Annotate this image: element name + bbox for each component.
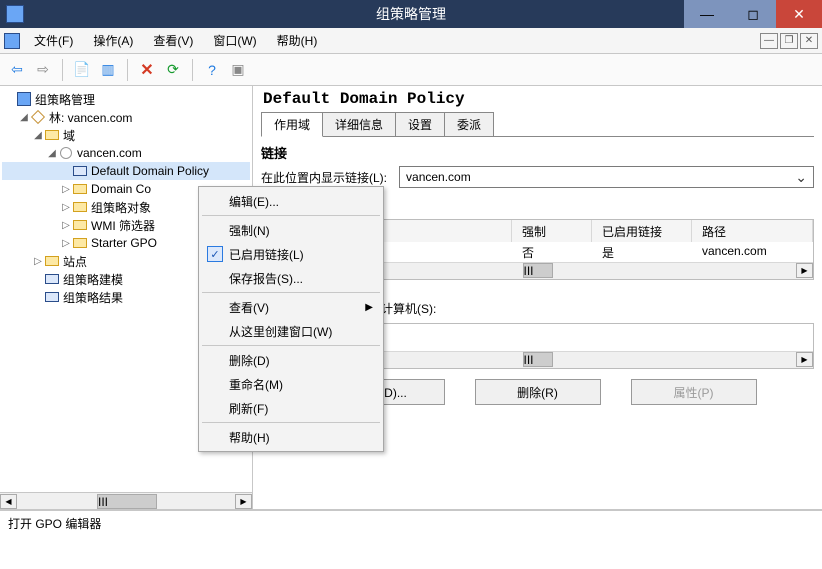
mdi-restore-button[interactable]: ❐ <box>780 33 798 49</box>
col-enforced[interactable]: 强制 <box>512 220 592 242</box>
scroll-thumb[interactable]: III <box>97 494 157 509</box>
cell-link-enabled: 是 <box>592 242 692 262</box>
back-button[interactable]: ⇦ <box>6 59 28 81</box>
tree-modeling-label: 组策略建模 <box>63 271 123 288</box>
scroll-thumb[interactable]: III <box>523 263 553 278</box>
ctx-new-window[interactable]: 从这里创建窗口(W) <box>201 319 381 343</box>
col-link-enabled[interactable]: 已启用链接 <box>592 220 692 242</box>
maximize-button[interactable]: ◻ <box>730 0 776 28</box>
ctx-delete[interactable]: 删除(D) <box>201 348 381 372</box>
tree-domain[interactable]: ◢vancen.com <box>2 144 250 162</box>
cell-path: vancen.com <box>692 242 813 262</box>
mmc-icon <box>4 33 20 49</box>
tree-starter-label: Starter GPO <box>91 236 157 250</box>
page-title: Default Domain Policy <box>261 86 814 112</box>
minimize-button[interactable]: — <box>684 0 730 28</box>
tree-dc-label: Domain Co <box>91 182 151 196</box>
help-button[interactable]: ? <box>201 59 223 81</box>
ctx-edit[interactable]: 编辑(E)... <box>201 189 381 213</box>
properties-button[interactable]: ▣ <box>227 59 249 81</box>
ctx-link-enabled[interactable]: ✓已启用链接(L) <box>201 242 381 266</box>
menu-action[interactable]: 操作(A) <box>83 28 143 53</box>
tree-domain-label: vancen.com <box>77 146 142 160</box>
tree-sites-label: 站点 <box>63 253 87 270</box>
tabs: 作用域 详细信息 设置 委派 <box>261 112 814 137</box>
show-links-value: vancen.com <box>406 170 471 184</box>
link-heading: 链接 <box>261 143 814 162</box>
menu-view[interactable]: 查看(V) <box>143 28 203 53</box>
ctx-view[interactable]: 查看(V)▶ <box>201 295 381 319</box>
remove-button[interactable]: 删除(R) <box>475 379 601 405</box>
mdi-minimize-button[interactable]: — <box>760 33 778 49</box>
tab-settings[interactable]: 设置 <box>395 112 445 136</box>
show-links-label: 在此位置内显示链接(L): <box>261 169 387 186</box>
ctx-help[interactable]: 帮助(H) <box>201 425 381 449</box>
check-icon: ✓ <box>207 246 223 262</box>
menu-bar: 文件(F) 操作(A) 查看(V) 窗口(W) 帮助(H) — ❐ ✕ <box>0 28 822 54</box>
scroll-right-icon[interactable]: ▶ <box>796 352 813 367</box>
tab-details[interactable]: 详细信息 <box>322 112 396 136</box>
tree-hscrollbar[interactable]: ◀ III ▶ <box>0 492 252 509</box>
context-menu: 编辑(E)... 强制(N) ✓已启用链接(L) 保存报告(S)... 查看(V… <box>198 186 384 452</box>
mdi-close-button[interactable]: ✕ <box>800 33 818 49</box>
cell-enforced: 否 <box>512 242 592 262</box>
tree-wmi-label: WMI 筛选器 <box>91 217 155 234</box>
close-button[interactable]: ✕ <box>776 0 822 28</box>
col-path[interactable]: 路径 <box>692 220 813 242</box>
tree-domains[interactable]: ◢域 <box>2 126 250 144</box>
tree-default-domain-policy[interactable]: Default Domain Policy <box>2 162 250 180</box>
tree-gpo-label: 组策略对象 <box>91 199 151 216</box>
menu-file[interactable]: 文件(F) <box>24 28 83 53</box>
ctx-rename[interactable]: 重命名(M) <box>201 372 381 396</box>
toolbar: ⇦ ⇨ 📄 ▥ ✕ ⟳ ? ▣ <box>0 54 822 86</box>
forward-button[interactable]: ⇨ <box>32 59 54 81</box>
ctx-save-report[interactable]: 保存报告(S)... <box>201 266 381 290</box>
status-text: 打开 GPO 编辑器 <box>8 515 101 532</box>
scroll-right-icon[interactable]: ▶ <box>235 494 252 509</box>
up-button[interactable]: 📄 <box>71 59 93 81</box>
tab-scope[interactable]: 作用域 <box>261 112 323 137</box>
show-links-combo[interactable]: vancen.com <box>399 166 814 188</box>
refresh-button[interactable]: ⟳ <box>162 59 184 81</box>
tree-domains-label: 域 <box>63 127 75 144</box>
tree-root-label: 组策略管理 <box>35 91 95 108</box>
title-bar: 组策略管理 — ◻ ✕ <box>0 0 822 28</box>
properties-button[interactable]: 属性(P) <box>631 379 757 405</box>
menu-help[interactable]: 帮助(H) <box>267 28 328 53</box>
tree-results-label: 组策略结果 <box>63 289 123 306</box>
ctx-refresh[interactable]: 刷新(F) <box>201 396 381 420</box>
scroll-left-icon[interactable]: ◀ <box>0 494 17 509</box>
scroll-thumb[interactable]: III <box>523 352 553 367</box>
tab-delegation[interactable]: 委派 <box>444 112 494 136</box>
delete-button[interactable]: ✕ <box>136 59 158 81</box>
tree-forest-label: 林: vancen.com <box>49 109 132 126</box>
tree-root[interactable]: 组策略管理 <box>2 90 250 108</box>
scroll-right-icon[interactable]: ▶ <box>796 263 813 278</box>
app-icon <box>6 5 24 23</box>
status-bar: 打开 GPO 编辑器 <box>0 510 822 536</box>
ctx-enforce[interactable]: 强制(N) <box>201 218 381 242</box>
tree-forest[interactable]: ◢林: vancen.com <box>2 108 250 126</box>
window-title: 组策略管理 <box>376 4 446 24</box>
menu-window[interactable]: 窗口(W) <box>203 28 266 53</box>
chevron-right-icon: ▶ <box>365 302 373 313</box>
show-hide-tree-button[interactable]: ▥ <box>97 59 119 81</box>
tree-ddp-label: Default Domain Policy <box>91 164 209 178</box>
